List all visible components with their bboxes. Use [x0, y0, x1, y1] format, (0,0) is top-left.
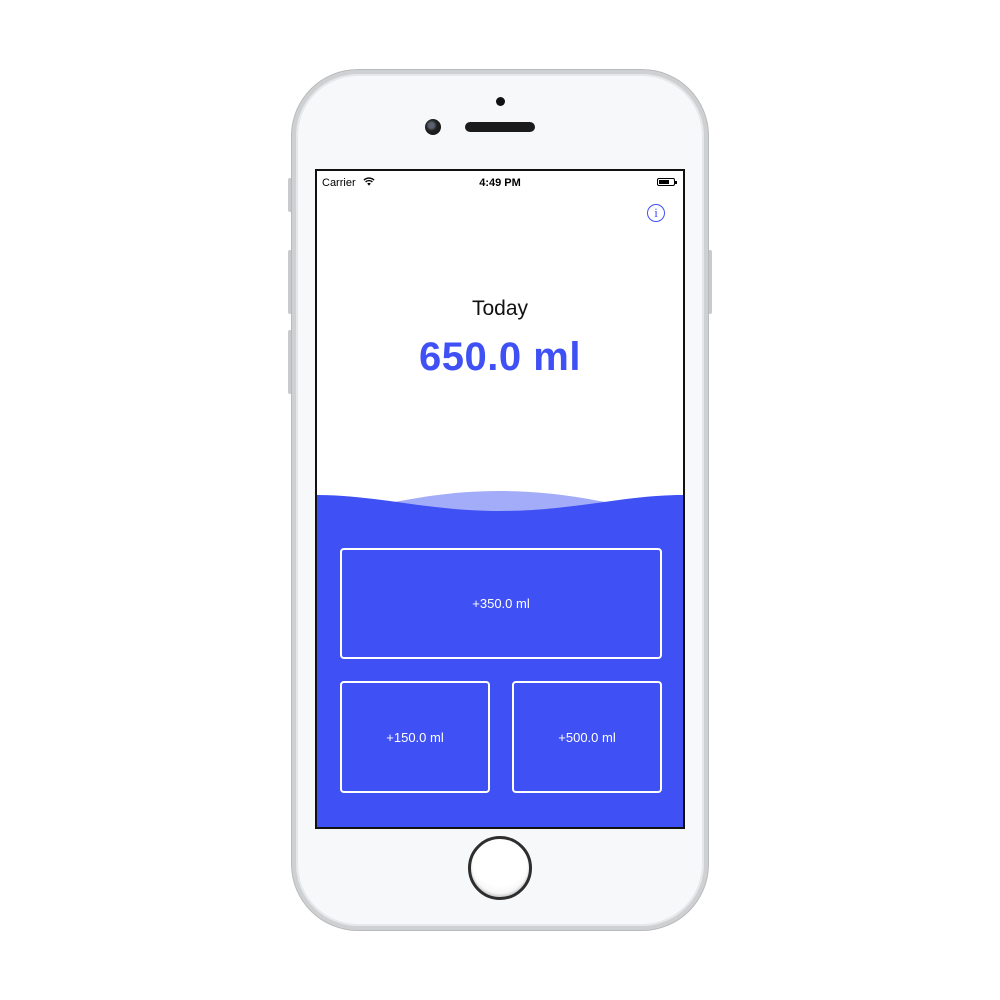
today-label: Today — [471, 297, 529, 320]
earpiece-speaker — [465, 122, 535, 132]
app-screen: Carrier 4:49 PM i Today 650.0 ml +350.0 … — [315, 169, 685, 829]
add-150-button[interactable]: +150.0 ml — [340, 681, 490, 793]
status-time: 4:49 PM — [479, 177, 521, 189]
battery-icon — [657, 178, 677, 186]
total-amount: 650.0 ml — [419, 335, 581, 379]
add-500-button[interactable]: +500.0 ml — [512, 681, 662, 793]
info-icon[interactable]: i — [647, 204, 665, 222]
front-camera-icon — [425, 119, 441, 135]
status-bar: Carrier 4:49 PM — [317, 171, 683, 193]
proximity-sensor — [496, 97, 505, 106]
add-350-button[interactable]: +350.0 ml — [340, 548, 662, 659]
home-button[interactable] — [468, 836, 532, 900]
